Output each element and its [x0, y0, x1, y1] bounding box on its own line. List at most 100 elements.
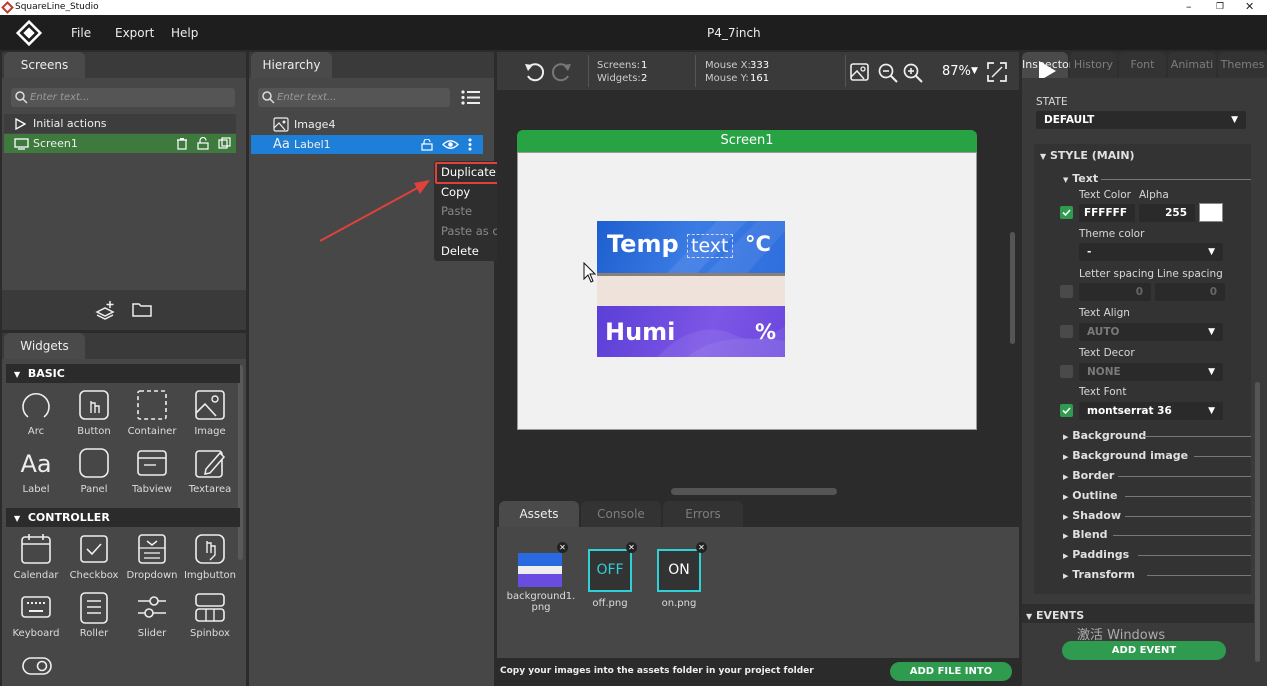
- text-color-input[interactable]: FFFFFF: [1079, 204, 1135, 222]
- zoom-level[interactable]: 87%: [942, 64, 971, 79]
- temp-card[interactable]: Temp text °C: [597, 221, 785, 273]
- widget-spinbox[interactable]: Spinbox: [181, 591, 239, 639]
- switch-widget-icon[interactable]: [21, 655, 53, 677]
- tab-assets[interactable]: Assets: [499, 501, 579, 527]
- widget-imgbutton[interactable]: Imgbutton: [181, 533, 239, 581]
- theme-color-dropdown[interactable]: - ▼: [1079, 243, 1223, 261]
- add-file-into-assets-button[interactable]: ADD FILE INTO ASSETS: [890, 662, 1012, 686]
- tab-console[interactable]: Console: [581, 501, 661, 527]
- widget-calendar[interactable]: Calendar: [7, 533, 65, 581]
- unlock-icon[interactable]: [197, 137, 209, 150]
- widget-checkbox[interactable]: Checkbox: [65, 533, 123, 581]
- property-transform[interactable]: ▶ Transform: [1063, 568, 1251, 581]
- image-preview-icon[interactable]: [850, 63, 869, 81]
- hierarchy-item-image4[interactable]: Image4: [251, 115, 483, 134]
- text-font-dropdown[interactable]: montserrat 36 ▼: [1079, 402, 1223, 420]
- widget-image[interactable]: Image: [181, 389, 239, 437]
- fit-screen-icon[interactable]: [987, 62, 1007, 82]
- zoom-in-icon[interactable]: [903, 63, 923, 83]
- canvas-vertical-scrollbar[interactable]: [1010, 232, 1015, 344]
- menu-export[interactable]: Export: [115, 26, 154, 40]
- widget-arc[interactable]: Arc: [7, 389, 65, 437]
- text-align-checkbox[interactable]: [1060, 325, 1073, 338]
- text-decor-checkbox[interactable]: [1060, 365, 1073, 378]
- text-decor-dropdown[interactable]: NONE ▼: [1079, 363, 1223, 381]
- more-options-icon[interactable]: [468, 138, 472, 151]
- remove-asset-icon[interactable]: ✕: [626, 542, 637, 553]
- add-event-button[interactable]: ADD EVENT: [1062, 641, 1226, 660]
- menu-file[interactable]: File: [71, 26, 91, 40]
- widget-slider[interactable]: Slider: [123, 591, 181, 639]
- state-dropdown[interactable]: DEFAULT ▼: [1036, 111, 1246, 129]
- redo-icon[interactable]: [550, 62, 572, 82]
- widget-button[interactable]: Button: [65, 389, 123, 437]
- spacing-checkbox[interactable]: [1060, 285, 1073, 298]
- tab-widgets[interactable]: Widgets: [4, 333, 85, 359]
- minimize-icon[interactable]: –: [1186, 0, 1192, 13]
- menu-item-copy[interactable]: Copy: [441, 185, 470, 199]
- style-main-header[interactable]: ▼ STYLE (MAIN): [1040, 149, 1135, 162]
- tab-animation[interactable]: Animati: [1168, 52, 1216, 78]
- inspector-scrollbar[interactable]: [1255, 382, 1260, 662]
- menu-help[interactable]: Help: [171, 26, 198, 40]
- property-shadow[interactable]: ▶ Shadow: [1063, 509, 1251, 522]
- list-item-screen1[interactable]: Screen1: [4, 134, 236, 153]
- close-icon[interactable]: ✕: [1245, 0, 1254, 13]
- tab-themes[interactable]: Themes: [1218, 52, 1267, 78]
- widget-panel[interactable]: Panel: [65, 447, 123, 495]
- remove-asset-icon[interactable]: ✕: [696, 542, 707, 553]
- hierarchy-item-label1[interactable]: Aa Label1: [251, 135, 483, 154]
- menu-item-delete[interactable]: Delete: [441, 244, 479, 258]
- tab-history[interactable]: History: [1070, 52, 1117, 78]
- text-color-checkbox[interactable]: [1060, 206, 1073, 219]
- asset-on[interactable]: ON on.png: [653, 549, 705, 609]
- asset-background1[interactable]: background1. png: [505, 553, 577, 613]
- label1-text[interactable]: text: [687, 234, 733, 258]
- text-align-dropdown[interactable]: AUTO ▼: [1079, 323, 1223, 341]
- list-view-icon[interactable]: [461, 90, 481, 105]
- screens-search-input[interactable]: Enter text...: [11, 88, 235, 107]
- widget-label[interactable]: Aa Label: [7, 447, 65, 495]
- hierarchy-search-input[interactable]: Enter text...: [258, 88, 450, 107]
- tab-screens[interactable]: Screens: [4, 52, 85, 78]
- alpha-input[interactable]: 255: [1139, 204, 1195, 222]
- menu-item-paste[interactable]: Paste: [441, 204, 472, 218]
- property-paddings[interactable]: ▶ Paddings: [1063, 548, 1251, 561]
- add-screen-icon[interactable]: [95, 300, 117, 320]
- text-color-swatch[interactable]: [1199, 203, 1223, 222]
- tab-hierarchy[interactable]: Hierarchy: [251, 52, 332, 78]
- widget-tabview[interactable]: Tabview: [123, 447, 181, 495]
- property-outline[interactable]: ▶ Outline: [1063, 489, 1251, 502]
- zoom-dropdown-icon[interactable]: ▼: [971, 66, 978, 76]
- undo-icon[interactable]: [524, 62, 546, 82]
- letter-spacing-input[interactable]: 0: [1079, 283, 1151, 301]
- property-blend[interactable]: ▶ Blend: [1063, 528, 1251, 541]
- widget-keyboard[interactable]: Keyboard: [7, 591, 65, 639]
- folder-icon[interactable]: [132, 302, 152, 317]
- text-font-checkbox[interactable]: [1060, 404, 1073, 417]
- line-spacing-input[interactable]: 0: [1155, 283, 1225, 301]
- tab-errors[interactable]: Errors: [663, 501, 743, 527]
- restore-icon[interactable]: ❐: [1216, 2, 1224, 12]
- property-border[interactable]: ▶ Border: [1063, 469, 1251, 482]
- canvas-horizontal-scrollbar[interactable]: [671, 488, 837, 495]
- events-header[interactable]: ▼ EVENTS: [1026, 609, 1084, 622]
- basic-section-header[interactable]: ▼ BASIC: [6, 364, 240, 383]
- tab-font[interactable]: Font: [1119, 52, 1166, 78]
- widget-dropdown[interactable]: Dropdown: [123, 533, 181, 581]
- eye-icon[interactable]: [442, 139, 459, 150]
- trash-icon[interactable]: [176, 137, 188, 150]
- controller-section-header[interactable]: ▼ CONTROLLER: [6, 508, 240, 527]
- property-background[interactable]: ▶ Background: [1063, 429, 1251, 442]
- humi-card[interactable]: Humi %: [597, 306, 785, 357]
- widget-container[interactable]: Container: [123, 389, 181, 437]
- zoom-out-icon[interactable]: [878, 63, 898, 83]
- duplicate-screen-icon[interactable]: [218, 137, 231, 150]
- widget-textarea[interactable]: Textarea: [181, 447, 239, 495]
- widget-roller[interactable]: Roller: [65, 591, 123, 639]
- unlock-icon[interactable]: [421, 139, 433, 151]
- remove-asset-icon[interactable]: ✕: [557, 542, 568, 553]
- property-background-image[interactable]: ▶ Background image: [1063, 449, 1251, 462]
- list-item-initial-actions[interactable]: Initial actions: [4, 114, 236, 133]
- text-section-header[interactable]: ▼ Text: [1063, 172, 1251, 185]
